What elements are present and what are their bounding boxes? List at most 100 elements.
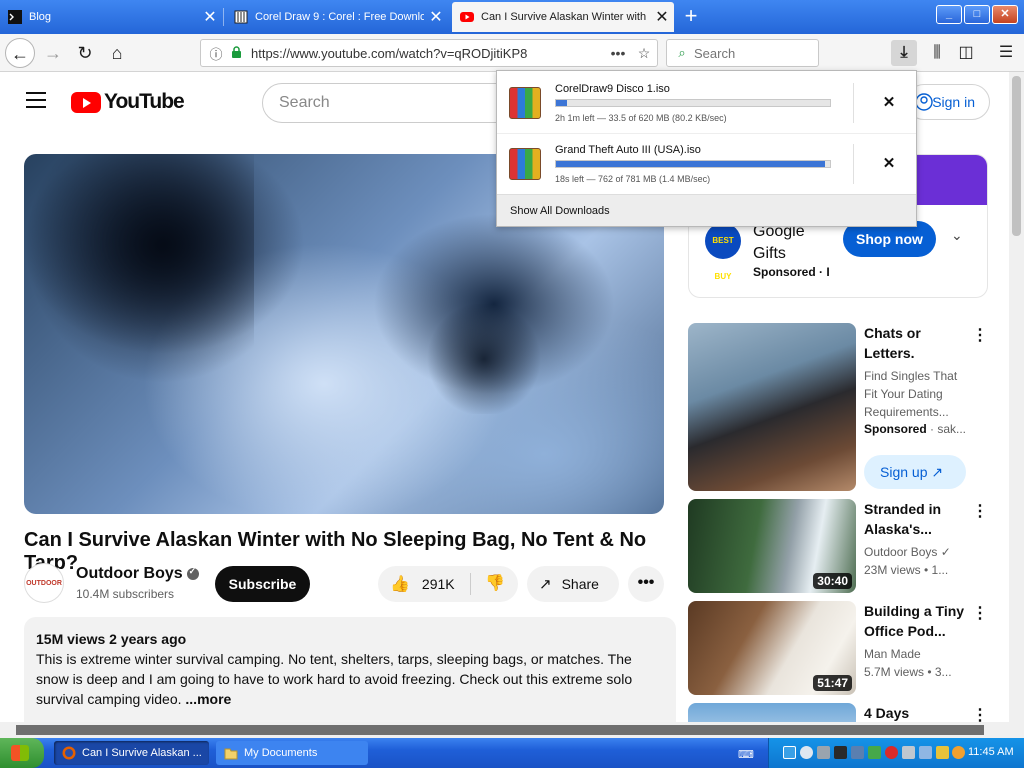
- close-tab-icon[interactable]: ✕: [424, 7, 448, 27]
- scrollbar-thumb[interactable]: [16, 725, 984, 735]
- recommendation-title[interactable]: Building a Tiny Office Pod...: [864, 601, 968, 641]
- sponsor-name: · sak...: [926, 422, 967, 436]
- tray-app-icon[interactable]: [902, 746, 915, 759]
- tray-app-icon[interactable]: [834, 746, 847, 759]
- share-label: Share: [561, 576, 599, 592]
- video-thumbnail[interactable]: [688, 323, 856, 491]
- info-icon[interactable]: ⓘ: [205, 44, 227, 63]
- tray-app-icon[interactable]: [936, 746, 949, 759]
- new-tab-button[interactable]: +: [678, 4, 704, 30]
- channel-name[interactable]: Outdoor Boys: [76, 565, 199, 583]
- bookmark-star-icon[interactable]: ☆: [631, 45, 657, 62]
- show-more-link[interactable]: ...more: [185, 691, 231, 707]
- downloads-icon[interactable]: ⤓: [891, 40, 917, 66]
- chevron-down-icon[interactable]: ⌄: [951, 227, 963, 244]
- keyboard-icon[interactable]: ⌨: [738, 748, 754, 761]
- channel-name[interactable]: Outdoor Boys ✓: [864, 543, 968, 561]
- taskbar-item-my-documents[interactable]: My Documents: [216, 741, 368, 765]
- more-vertical-icon[interactable]: ⋮: [972, 603, 988, 623]
- sidebar-icon[interactable]: ◫: [953, 40, 979, 66]
- list-item[interactable]: Chats or Letters. Share... ⋮ Find Single…: [688, 323, 998, 493]
- tab-blog[interactable]: Blog ✕: [0, 2, 222, 32]
- recommendation-title[interactable]: Chats or Letters. Share...: [864, 323, 968, 363]
- close-tab-icon[interactable]: ✕: [650, 7, 674, 27]
- view-stats: 15M views 2 years ago: [36, 631, 187, 647]
- close-tab-icon[interactable]: ✕: [198, 7, 222, 27]
- tray-app-icon[interactable]: [851, 746, 864, 759]
- dislike-button[interactable]: 👎: [478, 566, 512, 602]
- browser-search-input[interactable]: [694, 45, 804, 61]
- ad-text-line: Requirements...: [864, 405, 949, 419]
- youtube-play-icon: [71, 91, 101, 113]
- tab-youtube-video[interactable]: Can I Survive Alaskan Winter with ✕: [452, 2, 674, 32]
- cancel-download-icon[interactable]: ✕: [877, 152, 901, 176]
- more-vertical-icon[interactable]: ⋮: [972, 705, 988, 722]
- recommendation-title[interactable]: Stranded in Alaska's...: [864, 499, 968, 539]
- download-item[interactable]: Grand Theft Auto III (USA).iso 18s left …: [497, 133, 916, 193]
- minimize-button[interactable]: _: [936, 5, 962, 24]
- verified-icon: [186, 566, 199, 580]
- close-window-button[interactable]: ✕: [992, 5, 1018, 24]
- youtube-logo[interactable]: YouTube: [71, 90, 185, 114]
- taskbar-item-label: My Documents: [244, 747, 318, 759]
- list-item[interactable]: 4 Days ⋮: [688, 703, 998, 722]
- youtube-wordmark: YouTube: [104, 90, 185, 113]
- more-vertical-icon[interactable]: ⋮: [972, 325, 988, 345]
- sign-in-button[interactable]: Sign in: [906, 84, 990, 120]
- back-button[interactable]: ←: [5, 38, 35, 68]
- search-icon: ⌕: [678, 45, 686, 60]
- tray-app-icon[interactable]: [817, 746, 830, 759]
- recommendation-title[interactable]: 4 Days: [864, 703, 968, 722]
- more-actions-button[interactable]: •••: [628, 566, 664, 602]
- video-description[interactable]: 15M views 2 years ago This is extreme wi…: [24, 617, 676, 722]
- library-icon[interactable]: ⫼: [924, 40, 950, 66]
- system-clock: 11:45 AM: [968, 746, 1014, 758]
- download-filename: Grand Theft Auto III (USA).iso: [555, 144, 701, 156]
- maximize-button[interactable]: □: [964, 5, 990, 24]
- home-button[interactable]: ⌂: [102, 38, 132, 68]
- tray-display-icon[interactable]: [919, 746, 932, 759]
- sponsored-text: Sponsored: [864, 422, 927, 436]
- tab-title: Can I Survive Alaskan Winter with: [481, 11, 647, 23]
- tray-search-icon[interactable]: [952, 746, 965, 759]
- tray-antivirus-icon[interactable]: [885, 746, 898, 759]
- video-thumbnail[interactable]: [688, 703, 856, 722]
- reload-button[interactable]: ↻: [70, 38, 100, 68]
- subscribe-button[interactable]: Subscribe: [215, 566, 310, 602]
- list-item[interactable]: 30:40 Stranded in Alaska's... ⋮ Outdoor …: [688, 499, 998, 594]
- cancel-download-icon[interactable]: ✕: [877, 91, 901, 115]
- like-button[interactable]: 👍 291K: [378, 566, 470, 602]
- archive-icon: [234, 10, 248, 24]
- page-actions-icon[interactable]: •••: [605, 45, 631, 61]
- video-frame-shadow: [24, 154, 254, 384]
- download-status: 18s left — 762 of 781 MB (1.4 MB/sec): [555, 174, 711, 184]
- forward-button[interactable]: →: [38, 38, 68, 68]
- list-item[interactable]: 51:47 Building a Tiny Office Pod... ⋮ Ma…: [688, 601, 998, 696]
- address-bar[interactable]: ⓘ https://www.youtube.com/watch?v=qRODji…: [200, 39, 658, 67]
- vertical-scrollbar[interactable]: [1009, 72, 1024, 722]
- tab-corel-draw[interactable]: Corel Draw 9 : Corel : Free Download ✕: [226, 2, 448, 32]
- tray-app-icon[interactable]: [868, 746, 881, 759]
- sign-up-button[interactable]: Sign up ↗: [864, 455, 966, 489]
- scrollbar-thumb[interactable]: [1012, 76, 1021, 236]
- tray-status-icon[interactable]: [800, 746, 813, 759]
- channel-avatar[interactable]: OUTDOOR BOYS: [24, 563, 64, 627]
- show-all-downloads-button[interactable]: Show All Downloads: [497, 194, 916, 226]
- tray-network-icon[interactable]: [783, 746, 796, 759]
- browser-search-box[interactable]: ⌕: [666, 39, 819, 67]
- start-button[interactable]: [0, 738, 44, 768]
- video-thumbnail[interactable]: 51:47: [688, 601, 856, 695]
- url-text[interactable]: https://www.youtube.com/watch?v=qRODjiti…: [251, 46, 605, 61]
- horizontal-scrollbar[interactable]: [0, 722, 1024, 738]
- download-progress-bar: [555, 160, 831, 168]
- taskbar-item-browser[interactable]: Can I Survive Alaskan ...: [54, 741, 209, 765]
- channel-name[interactable]: Man Made: [864, 645, 968, 663]
- menu-icon[interactable]: ☰: [993, 40, 1019, 66]
- more-vertical-icon[interactable]: ⋮: [972, 501, 988, 521]
- video-meta: 5.7M views • 3...: [864, 665, 952, 679]
- share-button[interactable]: ↗ Share: [527, 566, 619, 602]
- hamburger-menu-icon[interactable]: [26, 92, 46, 108]
- download-item[interactable]: CorelDraw9 Disco 1.iso 2h 1m left — 33.5…: [497, 73, 916, 133]
- video-thumbnail[interactable]: 30:40: [688, 499, 856, 593]
- window-controls: _ □ ✕: [936, 5, 1018, 24]
